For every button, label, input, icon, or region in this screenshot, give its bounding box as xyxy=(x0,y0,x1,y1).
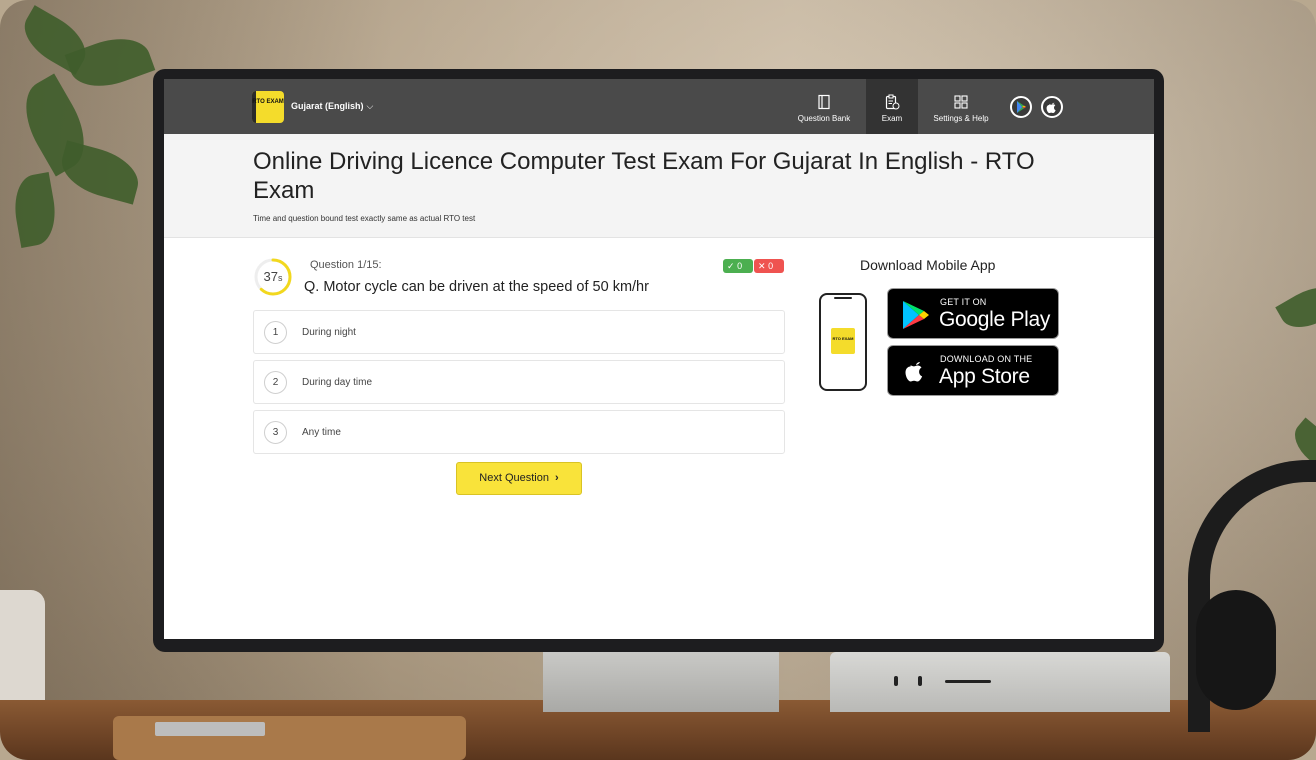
option-number: 3 xyxy=(264,421,287,444)
port xyxy=(918,676,922,686)
option-text: Any time xyxy=(302,427,341,438)
correct-count: 0 xyxy=(737,261,743,271)
state-selector-label: Gujarat (English) xyxy=(291,101,364,111)
check-icon: ✓ xyxy=(727,261,735,271)
google-play-small-text: GET IT ON xyxy=(940,297,987,307)
page-header: Online Driving Licence Computer Test Exa… xyxy=(164,134,1154,238)
next-question-button[interactable]: Next Question › xyxy=(456,462,582,495)
phone-illustration: RTO EXAM xyxy=(819,293,867,391)
option-text: During night xyxy=(302,327,356,338)
chevron-down-icon: ⌵ xyxy=(366,101,374,111)
app-store-link[interactable] xyxy=(1041,96,1063,118)
chevron-right-icon: › xyxy=(555,472,559,484)
grid-icon xyxy=(954,95,968,109)
timer-unit: s xyxy=(277,273,283,283)
logo-text: RTO EXAM xyxy=(252,99,284,105)
option-text: During day time xyxy=(302,377,373,388)
mac-mini xyxy=(830,652,1170,712)
google-play-icon xyxy=(903,301,929,329)
app-store-small-text: DOWNLOAD ON THE xyxy=(940,354,1033,364)
logo-edge xyxy=(252,91,256,123)
google-play-link[interactable] xyxy=(1010,96,1032,118)
nav-label: Settings & Help xyxy=(933,114,989,123)
port xyxy=(894,676,898,686)
google-play-big-text: Google Play xyxy=(939,308,1051,331)
timer-value: 37 xyxy=(263,269,278,284)
book-icon xyxy=(818,94,830,110)
browser-screen: RTO EXAM Gujarat (English) ⌵ Question Ban… xyxy=(164,79,1154,639)
answer-option-2[interactable]: 2 During day time xyxy=(253,360,785,404)
next-question-label: Next Question xyxy=(479,472,549,484)
answer-option-3[interactable]: 3 Any time xyxy=(253,410,785,454)
nav-label: Question Bank xyxy=(797,114,851,123)
headphone-cup xyxy=(1196,590,1276,710)
option-number: 2 xyxy=(264,371,287,394)
answer-option-1[interactable]: 1 During night xyxy=(253,310,785,354)
question-counter: Question 1/15: xyxy=(310,259,382,271)
nav-exam[interactable]: Exam xyxy=(866,79,918,134)
app-store-big-text: App Store xyxy=(939,365,1030,388)
wrong-count-badge: ✕ 0 xyxy=(754,259,784,273)
monitor-stand xyxy=(543,652,779,712)
page-subtitle: Time and question bound test exactly sam… xyxy=(253,214,476,223)
google-play-icon xyxy=(1017,101,1026,113)
rto-exam-logo[interactable]: RTO EXAM xyxy=(252,91,284,123)
question-text: Q. Motor cycle can be driven at the spee… xyxy=(304,279,649,295)
option-number: 1 xyxy=(264,321,287,344)
nav-label: Exam xyxy=(881,114,903,123)
nav-settings-help[interactable]: Settings & Help xyxy=(928,79,994,134)
state-language-selector[interactable]: Gujarat (English) ⌵ xyxy=(291,101,373,112)
exam-clipboard-icon xyxy=(885,94,900,110)
apple-icon xyxy=(905,362,923,382)
top-navigation: RTO EXAM Gujarat (English) ⌵ Question Ban… xyxy=(164,79,1154,134)
nav-question-bank[interactable]: Question Bank xyxy=(792,79,856,134)
cross-icon: ✕ xyxy=(758,261,766,271)
phone-notch xyxy=(834,297,852,299)
port-bar xyxy=(945,680,991,683)
google-play-badge[interactable]: GET IT ON Google Play xyxy=(887,288,1059,339)
timer-readout: 37s xyxy=(254,269,292,284)
download-app-title: Download Mobile App xyxy=(860,257,996,273)
apple-icon xyxy=(1046,102,1056,113)
wrong-count: 0 xyxy=(768,261,774,271)
correct-count-badge: ✓ 0 xyxy=(723,259,753,273)
phone-app-logo: RTO EXAM xyxy=(831,328,855,354)
app-store-badge[interactable]: DOWNLOAD ON THE App Store xyxy=(887,345,1059,396)
tray-item xyxy=(155,722,265,736)
page-title: Online Driving Licence Computer Test Exa… xyxy=(253,148,1035,204)
